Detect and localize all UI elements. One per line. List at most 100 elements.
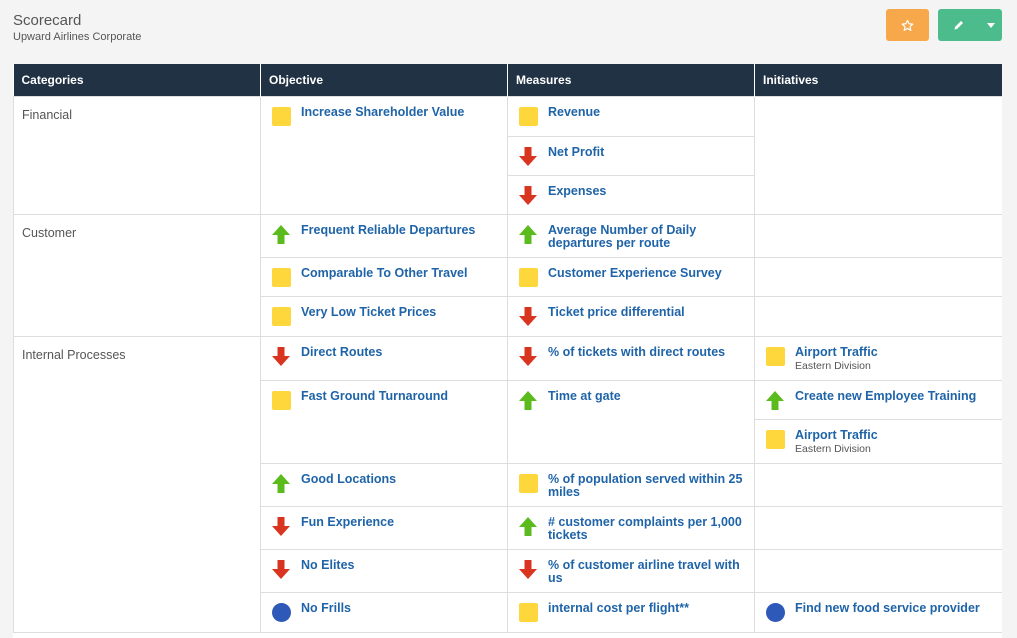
measure-link[interactable]: Revenue — [548, 105, 600, 119]
objective-link[interactable]: No Frills — [301, 601, 351, 615]
objective-cell: Good Locations — [260, 462, 508, 507]
column-header-categories: Categories — [13, 64, 261, 96]
objective-link[interactable]: No Elites — [301, 558, 355, 572]
initiative-cell-empty — [754, 213, 1002, 258]
objective-link[interactable]: Comparable To Other Travel — [301, 266, 467, 280]
edit-button[interactable] — [938, 9, 980, 41]
initiative-cell-empty — [754, 462, 1002, 507]
blue-circle-status-icon — [765, 603, 785, 623]
edit-button-group[interactable] — [938, 9, 1002, 41]
yellow-square-status-icon — [271, 391, 291, 411]
star-icon — [901, 19, 914, 31]
up-arrow-icon — [518, 517, 538, 537]
objective-link[interactable]: Frequent Reliable Departures — [301, 223, 475, 237]
down-arrow-icon — [518, 307, 538, 327]
table-row: Financial Increase Shareholder Value Rev… — [13, 95, 1002, 215]
measure-cell: % of customer airline travel with us — [507, 548, 755, 593]
measure-cell: Revenue — [507, 95, 755, 137]
measure-cell: Net Profit — [507, 135, 755, 176]
measure-link[interactable]: Average Number of Daily departures per r… — [548, 223, 746, 250]
measure-cell: # customer complaints per 1,000 tickets — [507, 505, 755, 550]
measure-cell: internal cost per flight** — [507, 591, 755, 633]
column-header-objective: Objective — [260, 64, 508, 96]
objective-cell: Increase Shareholder Value — [260, 95, 508, 215]
initiative-cell-empty — [754, 295, 1002, 337]
yellow-square-status-icon — [765, 347, 785, 367]
objective-cell: Comparable To Other Travel — [260, 256, 508, 297]
yellow-square-status-icon — [518, 107, 538, 127]
yellow-square-status-icon — [271, 107, 291, 127]
measure-link[interactable]: % of tickets with direct routes — [548, 345, 725, 359]
measure-link[interactable]: Ticket price differential — [548, 305, 685, 319]
measure-cell: Expenses — [507, 174, 755, 215]
measure-link[interactable]: % of population served within 25 miles — [548, 472, 746, 499]
measure-link[interactable]: Net Profit — [548, 145, 604, 159]
objective-link[interactable]: Fun Experience — [301, 515, 394, 529]
down-arrow-icon — [271, 347, 291, 367]
measure-cell: % of population served within 25 miles — [507, 462, 755, 507]
initiative-cell-empty — [754, 256, 1002, 297]
up-arrow-icon — [518, 225, 538, 245]
up-arrow-icon — [765, 391, 785, 411]
page-title: Scorecard — [13, 12, 82, 29]
measure-cell: Customer Experience Survey — [507, 256, 755, 297]
objective-cell: Direct Routes — [260, 335, 508, 381]
objective-cell: No Elites — [260, 548, 508, 593]
yellow-square-status-icon — [518, 603, 538, 623]
category-internal-processes: Internal Processes — [13, 335, 261, 633]
initiative-cell-empty — [754, 95, 1002, 215]
measure-cell: Ticket price differential — [507, 295, 755, 337]
table-header-row: Categories Objective Measures Initiative… — [13, 64, 1002, 96]
measure-link[interactable]: internal cost per flight** — [548, 601, 689, 615]
measure-link[interactable]: % of customer airline travel with us — [548, 558, 746, 585]
objective-link[interactable]: Increase Shareholder Value — [301, 105, 464, 119]
yellow-square-status-icon — [271, 307, 291, 327]
down-arrow-icon — [271, 517, 291, 537]
down-arrow-icon — [518, 347, 538, 367]
initiative-link[interactable]: Create new Employee Training — [795, 389, 976, 403]
scorecard-table: Categories Objective Measures Initiative… — [13, 64, 1002, 638]
objective-cell: No Frills — [260, 591, 508, 633]
yellow-square-status-icon — [271, 268, 291, 288]
initiative-link[interactable]: Find new food service provider — [795, 601, 980, 615]
up-arrow-icon — [271, 225, 291, 245]
initiative-cell-empty — [754, 505, 1002, 550]
category-financial: Financial — [13, 95, 261, 215]
measure-cell: Average Number of Daily departures per r… — [507, 213, 755, 258]
pencil-icon — [954, 21, 963, 30]
objective-link[interactable]: Fast Ground Turnaround — [301, 389, 448, 403]
favorite-button[interactable] — [886, 9, 929, 41]
up-arrow-icon — [518, 391, 538, 411]
measure-link[interactable]: Customer Experience Survey — [548, 266, 722, 280]
objective-link[interactable]: Very Low Ticket Prices — [301, 305, 436, 319]
initiative-cell: Create new Employee Training — [754, 379, 1002, 420]
initiative-cell: Airport Traffic Eastern Division — [754, 335, 1002, 381]
measure-cell: Time at gate — [507, 379, 755, 464]
table-row: Customer Frequent Reliable Departures Av… — [13, 213, 1002, 337]
objective-cell: Fun Experience — [260, 505, 508, 550]
objective-cell: Fast Ground Turnaround — [260, 379, 508, 464]
objective-link[interactable]: Good Locations — [301, 472, 396, 486]
down-arrow-icon — [271, 560, 291, 580]
objective-cell: Very Low Ticket Prices — [260, 295, 508, 337]
initiative-link[interactable]: Airport Traffic — [795, 345, 878, 359]
category-customer: Customer — [13, 213, 261, 337]
initiative-link[interactable]: Airport Traffic — [795, 428, 878, 442]
objective-cell: Frequent Reliable Departures — [260, 213, 508, 258]
down-arrow-icon — [518, 560, 538, 580]
down-arrow-icon — [518, 147, 538, 167]
blue-circle-status-icon — [271, 603, 291, 623]
measure-link[interactable]: # customer complaints per 1,000 tickets — [548, 515, 746, 542]
page-header: Scorecard Upward Airlines Corporate — [13, 12, 141, 43]
edit-dropdown-toggle[interactable] — [980, 9, 1002, 41]
column-header-initiatives: Initiatives — [754, 64, 1002, 96]
page-subtitle: Upward Airlines Corporate — [13, 31, 142, 43]
initiative-division: Eastern Division — [795, 359, 871, 372]
measure-link[interactable]: Time at gate — [548, 389, 621, 403]
measure-link[interactable]: Expenses — [548, 184, 606, 198]
up-arrow-icon — [271, 474, 291, 494]
initiative-cell: Airport Traffic Eastern Division — [754, 418, 1002, 464]
objective-link[interactable]: Direct Routes — [301, 345, 382, 359]
table-row: Internal Processes Direct Routes % of ti… — [13, 335, 1002, 633]
down-arrow-icon — [518, 186, 538, 206]
